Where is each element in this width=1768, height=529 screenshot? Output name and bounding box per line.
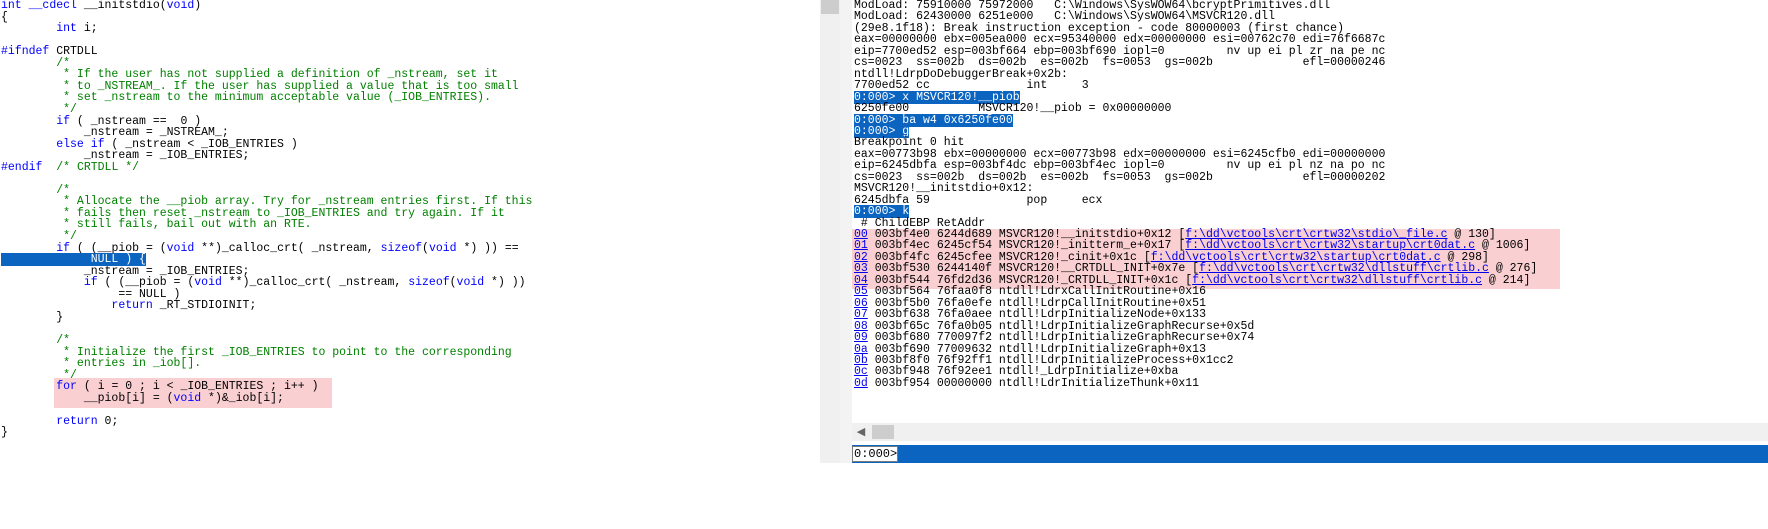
code-token: } (1, 426, 8, 440)
debugger-output-line: 7700ed52 cc int 3 (854, 80, 1089, 92)
source-code-line: int __cdecl __initstdio(void) (1, 0, 201, 12)
command-input[interactable] (852, 445, 1768, 463)
code-token: return (111, 299, 153, 313)
code-token: void (173, 391, 202, 405)
command-prompt: 0:000> (852, 446, 898, 462)
source-code-line: #endif /* CRTDLL */ (1, 160, 140, 174)
debugger-output-line: 0d 003bf954 00000000 ntdll!LdrInitialize… (854, 378, 1199, 390)
source-code-line: int i; (1, 22, 98, 36)
source-link[interactable]: f:\dd\vctools\crt\crtw32\dllstuff\crtlib… (1192, 274, 1482, 287)
code-token: void (166, 241, 195, 255)
source-code-line: } (1, 312, 63, 324)
source-code-line: } (1, 427, 8, 439)
code-token: void (428, 241, 457, 255)
code-token: *) )) == (456, 241, 519, 255)
status-area (0, 463, 1768, 529)
code-token: _RT_STDIOINIT; (152, 299, 257, 313)
code-token: 0; (97, 414, 119, 428)
pane-splitter[interactable] (840, 0, 852, 529)
code-token: __piob[i] = ( (1, 391, 174, 405)
code-token: return (56, 414, 98, 428)
code-token: *)&_iob[i]; (201, 391, 284, 405)
code-token: *) )) (484, 276, 526, 290)
code-token: int (56, 22, 77, 36)
code-token: #endif (1, 160, 43, 174)
source-scrollbar-thumb[interactable] (821, 0, 839, 14)
code-token: ( (422, 241, 429, 255)
code-token: void (166, 0, 195, 12)
code-token: void (456, 276, 485, 290)
source-code-line: return 0; (1, 416, 118, 428)
debugger-output-line: 6250fe00 MSVCR120!__piob = 0x00000000 (854, 103, 1171, 115)
code-token: i; (76, 22, 98, 36)
code-token: ( (449, 276, 457, 290)
debugger-horizontal-scrollbar[interactable] (852, 423, 1768, 441)
code-token: sizeof (380, 241, 423, 255)
scroll-left-arrow-icon[interactable]: ◀ (852, 423, 870, 441)
code-token: __cdecl (28, 0, 77, 12)
debugger-output-pane[interactable]: ModLoad: 75910000 75972000 C:\Windows\Sy… (852, 0, 1768, 470)
code-token: } (1, 310, 64, 324)
code-token: sizeof (408, 276, 450, 290)
source-code-pane[interactable]: int __cdecl __initstdio(void){ int i; #if… (0, 0, 820, 529)
code-token: 003bf954 00000000 ntdll!LdrInitializeThu… (867, 376, 1200, 390)
code-token: __initstdio( (76, 0, 167, 12)
horizontal-scrollbar-thumb[interactable] (872, 425, 894, 439)
code-token: ) (194, 0, 202, 12)
code-token: @ 214] (1482, 273, 1531, 287)
source-link[interactable]: 0d (854, 377, 868, 390)
code-token: **)_calloc_crt( _nstream, (194, 241, 381, 255)
source-code-line: __piob[i] = (void *)&_iob[i]; (1, 391, 284, 405)
code-token: **)_calloc_crt( _nstream, (221, 276, 409, 290)
source-vertical-scrollbar[interactable] (820, 0, 840, 529)
code-token: void (194, 276, 222, 290)
code-token: /* CRTDLL */ (56, 160, 140, 174)
